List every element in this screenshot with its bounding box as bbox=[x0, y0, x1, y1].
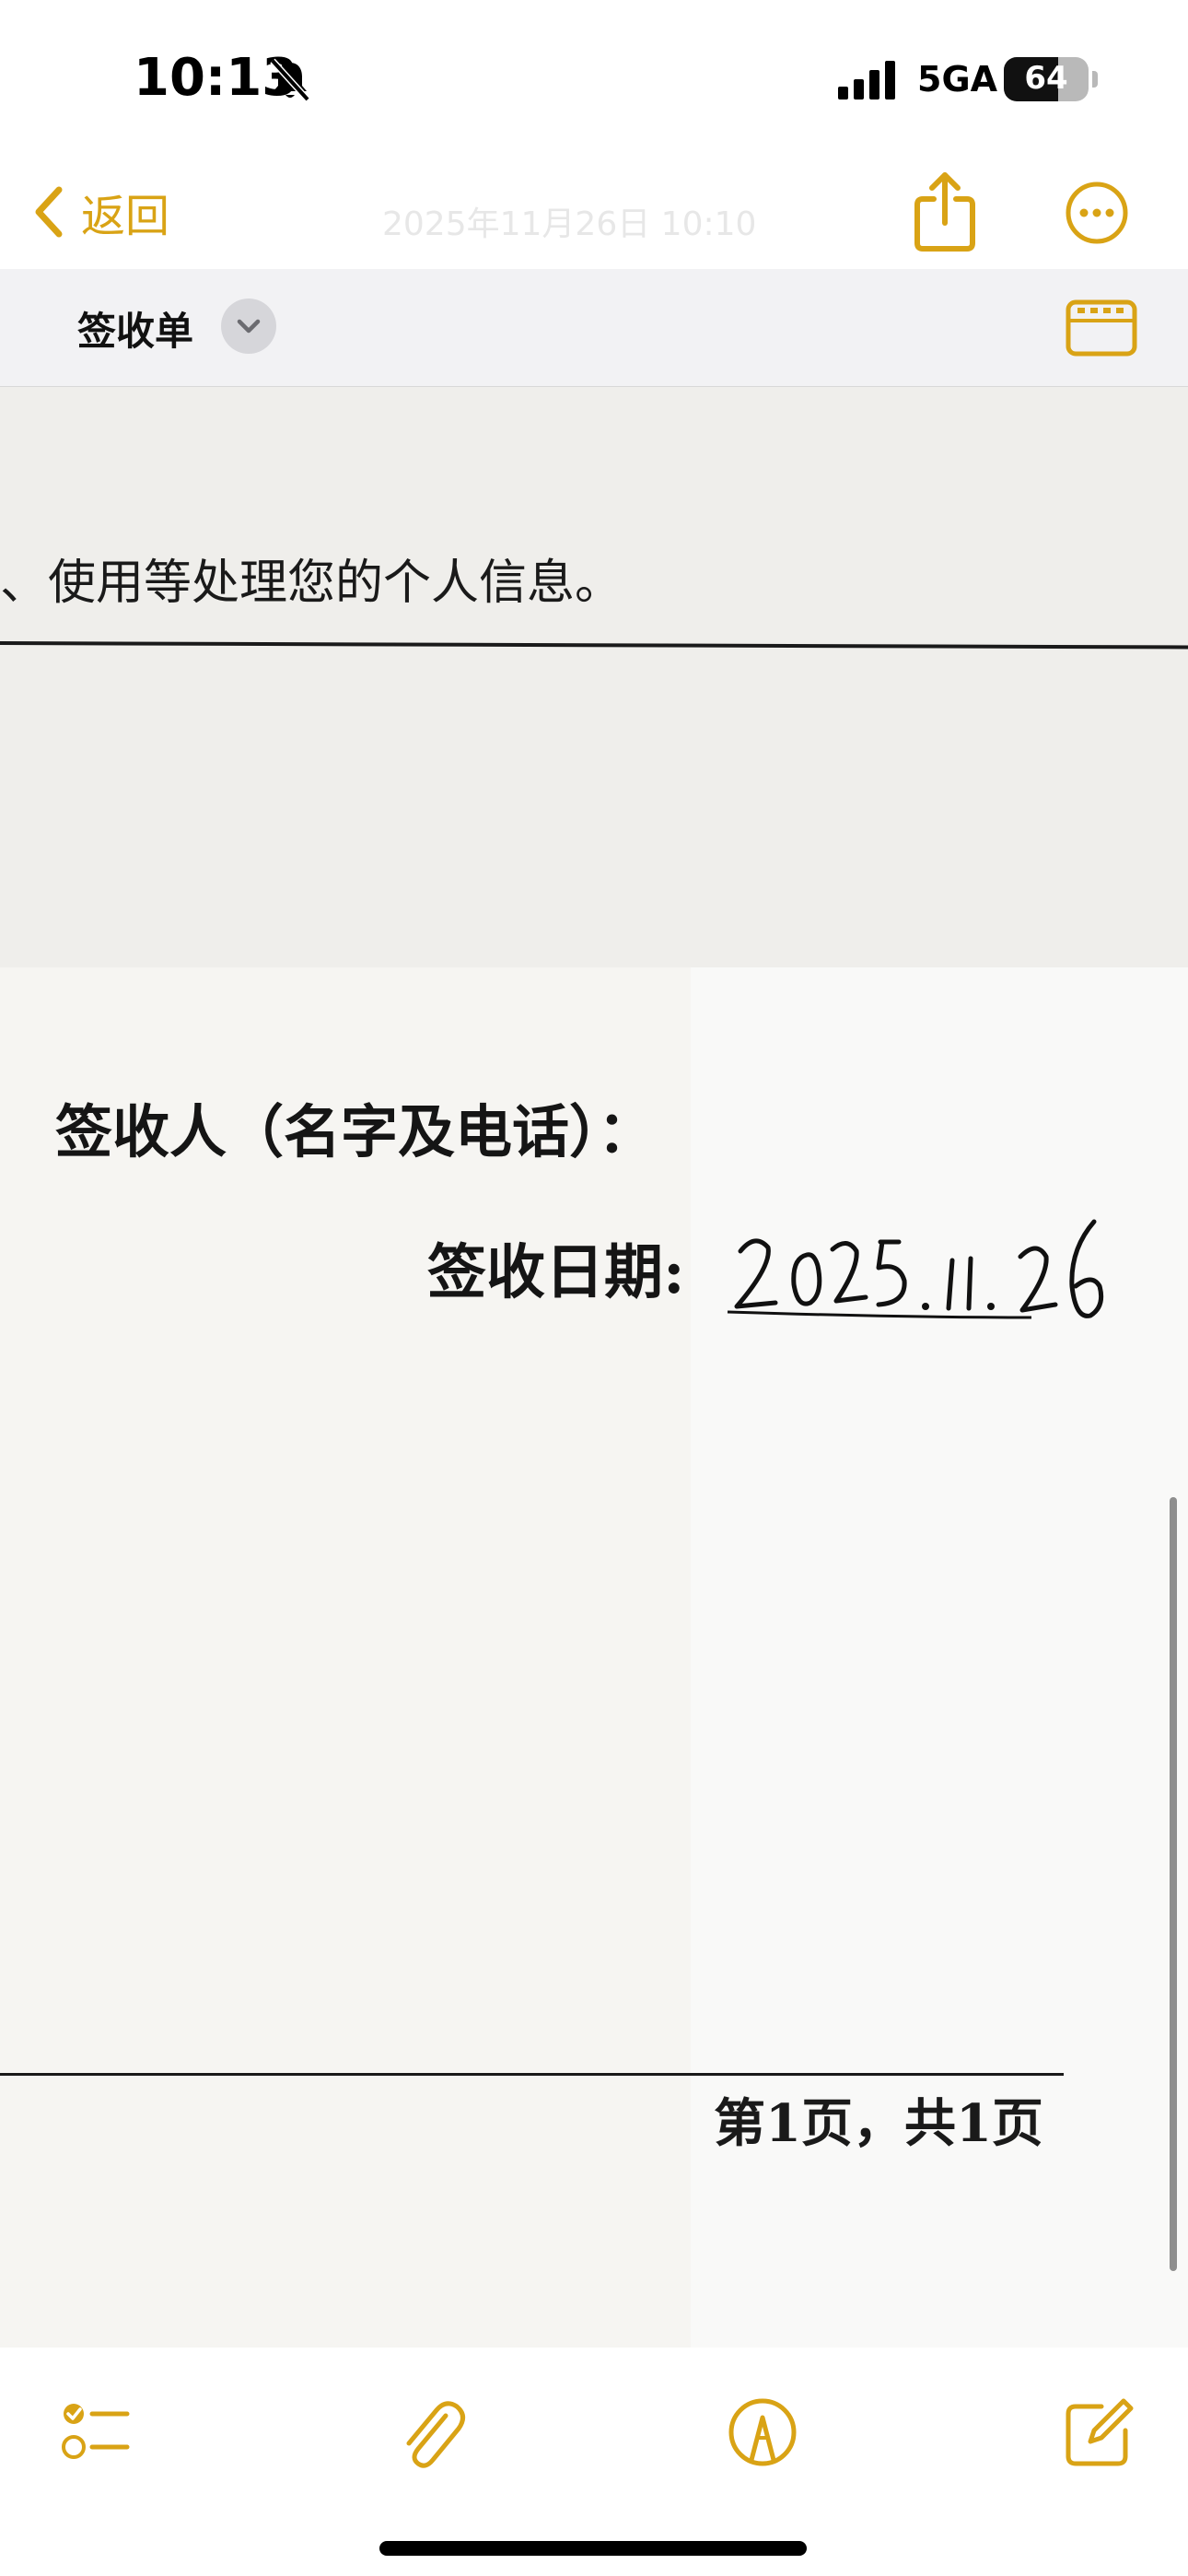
battery-icon: 64 bbox=[1004, 57, 1089, 101]
navigation-bar: 返回 2025年11月26日 10:10 bbox=[0, 157, 1188, 269]
handwritten-date bbox=[727, 1219, 1104, 1319]
compose-icon[interactable] bbox=[1063, 2395, 1136, 2469]
battery-level: 64 bbox=[1024, 60, 1068, 97]
document-title-bar: 签收单 bbox=[0, 269, 1188, 387]
note-date: 2025年11月26日 10:10 bbox=[382, 205, 757, 243]
paperclip-icon[interactable] bbox=[394, 2395, 468, 2469]
cellular-signal-icon bbox=[838, 61, 895, 100]
scanned-document[interactable]: 、使用等处理您的个人信息。 签收人（名字及电话）： 签收日期: 第1页，共1页 bbox=[0, 387, 1188, 2348]
document-title[interactable]: 签收单 bbox=[77, 300, 193, 357]
back-button[interactable]: 返回 bbox=[33, 175, 217, 249]
status-bar: 10:13 5GA 64 bbox=[0, 0, 1188, 157]
share-icon[interactable] bbox=[912, 170, 978, 252]
battery-tip bbox=[1092, 71, 1098, 88]
home-indicator[interactable] bbox=[379, 2541, 807, 2556]
markup-pen-icon[interactable] bbox=[726, 2395, 799, 2469]
page-number: 第1页，共1页 bbox=[714, 2093, 1043, 2154]
footer-divider-line bbox=[0, 2073, 1064, 2076]
vertical-scrollbar[interactable] bbox=[1170, 1497, 1177, 2271]
consent-text: 、使用等处理您的个人信息。 bbox=[0, 556, 623, 611]
network-type-label: 5GA bbox=[917, 59, 998, 100]
back-label: 返回 bbox=[81, 191, 170, 242]
bell-slash-icon bbox=[270, 58, 310, 102]
bottom-toolbar bbox=[0, 2348, 1188, 2576]
chevron-left-icon bbox=[35, 186, 63, 238]
paper-shadow-region bbox=[0, 387, 1188, 967]
checklist-icon[interactable] bbox=[59, 2395, 133, 2469]
title-dropdown-button[interactable] bbox=[221, 299, 276, 354]
ellipsis-circle-icon[interactable] bbox=[1065, 181, 1129, 245]
chevron-down-icon bbox=[237, 319, 261, 334]
signer-label: 签收人（名字及电话）： bbox=[55, 1098, 656, 1165]
keyboard-icon[interactable] bbox=[1065, 297, 1138, 359]
sign-date-label: 签收日期: bbox=[427, 1238, 685, 1307]
